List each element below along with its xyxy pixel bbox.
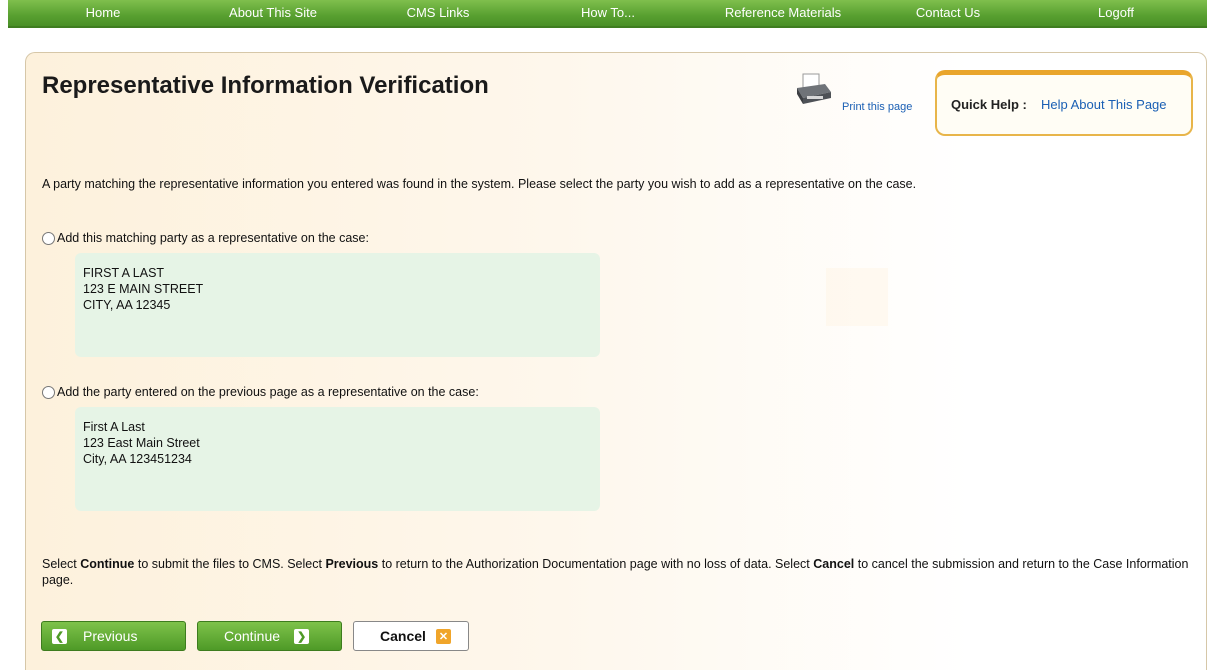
decorative-square [826, 268, 888, 326]
continue-button[interactable]: Continue ❯ [197, 621, 342, 651]
option-matching-party-label: Add this matching party as a representat… [57, 231, 369, 245]
quick-help-box: Quick Help : Help About This Page [935, 70, 1193, 136]
intro-text: A party matching the representative info… [42, 177, 917, 191]
chevron-left-icon: ❮ [52, 628, 67, 644]
address-line: First A Last [83, 420, 145, 434]
nav-reference-materials[interactable]: Reference Materials [708, 5, 858, 20]
nav-about[interactable]: About This Site [213, 5, 333, 20]
option-entered-party-label: Add the party entered on the previous pa… [57, 385, 479, 399]
top-navigation: Home About This Site CMS Links How To...… [8, 0, 1207, 28]
print-page-link[interactable]: Print this page [842, 101, 912, 113]
instructions-text: Select Continue to submit the files to C… [42, 557, 1189, 587]
radio-entered-party[interactable] [42, 385, 55, 399]
address-line: 123 East Main Street [83, 436, 200, 450]
printer-icon[interactable] [793, 72, 833, 108]
radio-matching-party[interactable] [42, 231, 55, 245]
matching-party-address: FIRST A LAST 123 E MAIN STREET CITY, AA … [75, 253, 600, 357]
nav-how-to[interactable]: How To... [568, 5, 648, 20]
nav-contact-us[interactable]: Contact Us [903, 5, 993, 20]
cancel-button-label: Cancel [380, 628, 426, 644]
previous-button[interactable]: ❮ Previous [41, 621, 186, 651]
entered-party-address: First A Last 123 East Main Street City, … [75, 407, 600, 511]
page-title: Representative Information Verification [42, 72, 489, 99]
address-line: CITY, AA 12345 [83, 298, 171, 312]
address-line: FIRST A LAST [83, 266, 165, 280]
address-line: 123 E MAIN STREET [83, 282, 204, 296]
continue-button-label: Continue [224, 628, 281, 644]
chevron-right-icon: ❯ [294, 628, 310, 644]
nav-logoff[interactable]: Logoff [1086, 5, 1146, 20]
nav-cms-links[interactable]: CMS Links [398, 5, 478, 20]
nav-home[interactable]: Home [73, 5, 133, 20]
close-icon: ✕ [435, 628, 451, 644]
address-line: City, AA 123451234 [83, 452, 192, 466]
cancel-button[interactable]: Cancel ✕ [353, 621, 469, 651]
help-about-page-link[interactable]: Help About This Page [1041, 97, 1167, 112]
quick-help-label: Quick Help : [951, 97, 1027, 112]
option-entered-party[interactable]: Add the party entered on the previous pa… [42, 385, 479, 399]
previous-button-label: Previous [83, 628, 138, 644]
option-matching-party[interactable]: Add this matching party as a representat… [42, 231, 369, 245]
